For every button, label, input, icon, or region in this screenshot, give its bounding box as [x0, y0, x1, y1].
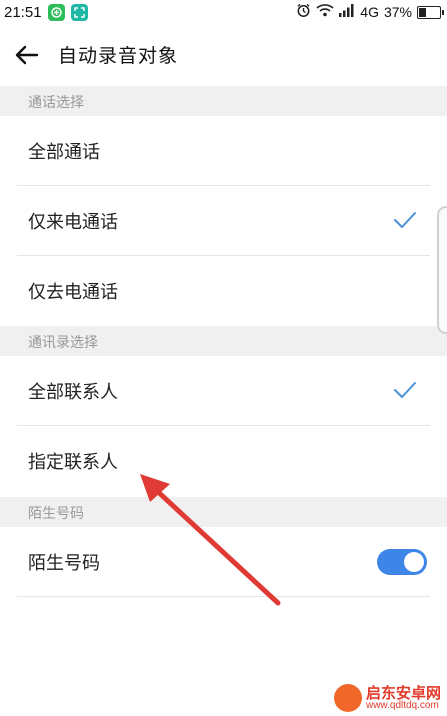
battery-percent: 37% [383, 4, 412, 20]
option-label: 全部联系人 [28, 382, 118, 403]
option-incoming-only[interactable]: 仅来电通话 [0, 186, 447, 256]
divider [17, 596, 430, 597]
app-header: 自动录音对象 [0, 24, 447, 86]
option-specific-contacts[interactable]: 指定联系人 [0, 426, 447, 496]
wifi-icon [316, 3, 334, 21]
section-title: 陌生号码 [28, 506, 84, 522]
option-all-contacts[interactable]: 全部联系人 [0, 356, 447, 426]
battery-icon [417, 5, 444, 19]
back-arrow-icon [15, 45, 39, 65]
status-right-group: 4G 37% [296, 0, 444, 24]
unknown-numbers-toggle[interactable] [377, 549, 427, 575]
option-label: 陌生号码 [28, 553, 100, 574]
checkmark-icon [394, 382, 416, 398]
page-title: 自动录音对象 [58, 45, 179, 67]
watermark-logo-icon [333, 684, 362, 712]
watermark-url: www.qdltdq.com [365, 699, 439, 711]
option-unknown-numbers: 陌生号码 [0, 527, 447, 597]
toggle-knob [404, 552, 424, 572]
section-header-unknown: 陌生号码 [0, 497, 447, 527]
checkmark-icon [394, 212, 416, 228]
status-bar: 21:51 4G 37% [0, 0, 447, 24]
status-time: 21:51 [4, 3, 42, 21]
back-button[interactable] [12, 40, 42, 70]
option-label: 指定联系人 [28, 452, 118, 473]
option-outgoing-only[interactable]: 仅去电通话 [0, 256, 447, 326]
section-header-call: 通话选择 [0, 86, 447, 116]
signal-icon [339, 3, 355, 21]
scan-notification-icon [70, 3, 88, 21]
option-label: 仅去电通话 [28, 282, 118, 303]
option-label: 全部通话 [28, 142, 100, 163]
alarm-icon [296, 3, 311, 22]
watermark-name: 启东安卓网 [365, 683, 441, 702]
network-type: 4G [360, 4, 379, 20]
edge-panel-handle[interactable] [437, 206, 447, 334]
section-header-contacts: 通讯录选择 [0, 326, 447, 356]
option-label: 仅来电通话 [28, 212, 118, 233]
section-title: 通讯录选择 [28, 335, 98, 351]
option-all-calls[interactable]: 全部通话 [0, 116, 447, 186]
watermark: 启东安卓网 www.qdltdq.com [333, 683, 441, 712]
app-notification-icon [47, 3, 65, 21]
section-title: 通话选择 [28, 95, 84, 111]
